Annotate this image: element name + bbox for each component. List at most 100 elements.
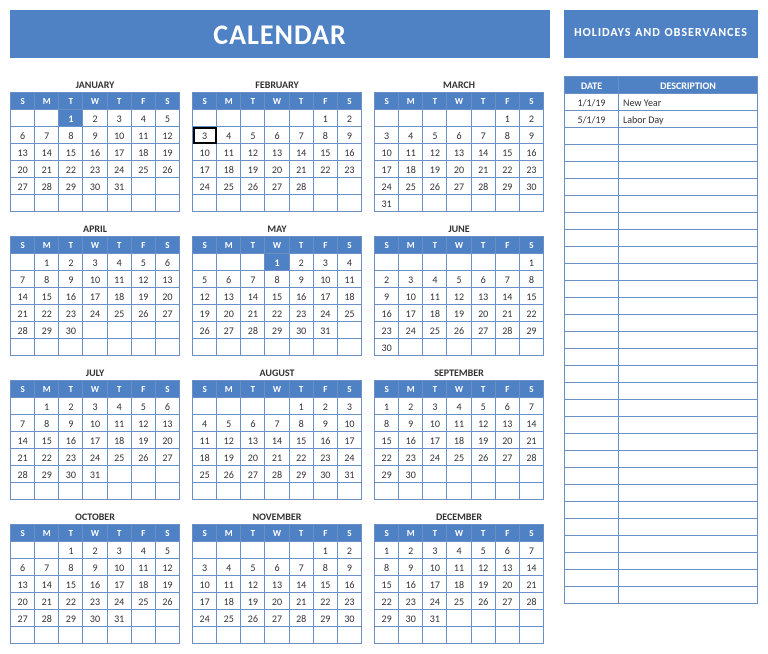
day-cell[interactable]: 15 bbox=[59, 144, 83, 161]
day-cell[interactable]: 27 bbox=[447, 178, 471, 195]
day-cell[interactable]: 7 bbox=[11, 415, 35, 432]
day-cell[interactable]: 21 bbox=[241, 305, 265, 322]
day-cell[interactable]: 1 bbox=[35, 254, 59, 271]
day-cell[interactable]: 11 bbox=[423, 288, 447, 305]
day-cell[interactable] bbox=[399, 627, 423, 644]
holiday-row[interactable] bbox=[565, 570, 758, 587]
day-cell[interactable]: 8 bbox=[59, 127, 83, 144]
day-cell[interactable] bbox=[399, 110, 423, 127]
day-cell[interactable] bbox=[289, 195, 313, 212]
day-cell[interactable]: 31 bbox=[107, 178, 131, 195]
day-cell[interactable]: 15 bbox=[519, 288, 543, 305]
day-cell[interactable]: 20 bbox=[155, 432, 179, 449]
day-cell[interactable] bbox=[471, 627, 495, 644]
holiday-row[interactable] bbox=[565, 128, 758, 145]
day-cell[interactable]: 13 bbox=[265, 144, 289, 161]
day-cell[interactable]: 16 bbox=[399, 432, 423, 449]
day-cell[interactable]: 13 bbox=[155, 415, 179, 432]
day-cell[interactable]: 26 bbox=[447, 322, 471, 339]
day-cell[interactable]: 14 bbox=[289, 144, 313, 161]
day-cell[interactable]: 2 bbox=[375, 271, 399, 288]
day-cell[interactable]: 17 bbox=[107, 576, 131, 593]
day-cell[interactable]: 21 bbox=[265, 449, 289, 466]
day-cell[interactable]: 24 bbox=[313, 305, 337, 322]
day-cell[interactable]: 15 bbox=[313, 576, 337, 593]
day-cell[interactable]: 20 bbox=[447, 161, 471, 178]
day-cell[interactable]: 12 bbox=[423, 144, 447, 161]
day-cell[interactable]: 27 bbox=[155, 449, 179, 466]
day-cell[interactable]: 1 bbox=[313, 542, 337, 559]
day-cell[interactable] bbox=[35, 110, 59, 127]
day-cell[interactable]: 10 bbox=[193, 576, 217, 593]
day-cell[interactable]: 25 bbox=[193, 466, 217, 483]
day-cell[interactable]: 20 bbox=[217, 305, 241, 322]
day-cell[interactable]: 23 bbox=[59, 449, 83, 466]
day-cell[interactable] bbox=[35, 483, 59, 500]
day-cell[interactable]: 10 bbox=[107, 559, 131, 576]
day-cell[interactable]: 22 bbox=[495, 161, 519, 178]
day-cell[interactable] bbox=[495, 466, 519, 483]
holiday-row[interactable] bbox=[565, 281, 758, 298]
day-cell[interactable] bbox=[11, 110, 35, 127]
holiday-row[interactable] bbox=[565, 417, 758, 434]
day-cell[interactable]: 29 bbox=[59, 610, 83, 627]
day-cell[interactable] bbox=[495, 339, 519, 356]
day-cell[interactable]: 21 bbox=[35, 161, 59, 178]
day-cell[interactable] bbox=[471, 483, 495, 500]
day-cell[interactable] bbox=[155, 322, 179, 339]
day-cell[interactable]: 5 bbox=[241, 559, 265, 576]
day-cell[interactable]: 8 bbox=[313, 559, 337, 576]
day-cell[interactable]: 18 bbox=[193, 449, 217, 466]
day-cell[interactable] bbox=[447, 110, 471, 127]
day-cell[interactable]: 21 bbox=[471, 161, 495, 178]
holiday-row[interactable] bbox=[565, 383, 758, 400]
day-cell[interactable]: 9 bbox=[375, 288, 399, 305]
day-cell[interactable]: 3 bbox=[375, 127, 399, 144]
day-cell[interactable]: 18 bbox=[423, 305, 447, 322]
day-cell[interactable]: 6 bbox=[265, 127, 289, 144]
day-cell[interactable] bbox=[11, 195, 35, 212]
day-cell[interactable] bbox=[241, 542, 265, 559]
day-cell[interactable]: 17 bbox=[83, 432, 107, 449]
holiday-row[interactable]: 5/1/19Labor Day bbox=[565, 111, 758, 128]
day-cell[interactable] bbox=[59, 339, 83, 356]
day-cell[interactable]: 11 bbox=[447, 559, 471, 576]
day-cell[interactable]: 5 bbox=[447, 271, 471, 288]
day-cell[interactable]: 18 bbox=[131, 144, 155, 161]
day-cell[interactable] bbox=[155, 627, 179, 644]
day-cell[interactable]: 17 bbox=[193, 593, 217, 610]
holiday-row[interactable] bbox=[565, 264, 758, 281]
day-cell[interactable]: 27 bbox=[241, 466, 265, 483]
day-cell[interactable] bbox=[35, 627, 59, 644]
holiday-row[interactable] bbox=[565, 349, 758, 366]
day-cell[interactable] bbox=[193, 110, 217, 127]
day-cell[interactable]: 2 bbox=[59, 254, 83, 271]
day-cell[interactable]: 23 bbox=[289, 305, 313, 322]
day-cell[interactable]: 22 bbox=[375, 593, 399, 610]
day-cell[interactable] bbox=[241, 398, 265, 415]
day-cell[interactable] bbox=[447, 483, 471, 500]
day-cell[interactable]: 30 bbox=[313, 466, 337, 483]
day-cell[interactable] bbox=[265, 195, 289, 212]
day-cell[interactable]: 16 bbox=[59, 432, 83, 449]
day-cell[interactable]: 23 bbox=[519, 161, 543, 178]
day-cell[interactable]: 10 bbox=[423, 559, 447, 576]
day-cell[interactable] bbox=[217, 627, 241, 644]
day-cell[interactable] bbox=[519, 610, 543, 627]
day-cell[interactable]: 21 bbox=[519, 432, 543, 449]
day-cell[interactable]: 24 bbox=[337, 449, 361, 466]
day-cell[interactable]: 1 bbox=[35, 398, 59, 415]
day-cell[interactable]: 8 bbox=[375, 415, 399, 432]
day-cell[interactable] bbox=[337, 178, 361, 195]
day-cell[interactable]: 29 bbox=[495, 178, 519, 195]
day-cell[interactable] bbox=[193, 339, 217, 356]
day-cell[interactable]: 24 bbox=[83, 305, 107, 322]
day-cell[interactable]: 28 bbox=[265, 466, 289, 483]
day-cell[interactable] bbox=[11, 339, 35, 356]
day-cell[interactable]: 26 bbox=[241, 610, 265, 627]
day-cell[interactable] bbox=[107, 322, 131, 339]
day-cell[interactable]: 1 bbox=[519, 254, 543, 271]
day-cell[interactable]: 10 bbox=[83, 271, 107, 288]
day-cell[interactable]: 15 bbox=[59, 576, 83, 593]
day-cell[interactable] bbox=[495, 483, 519, 500]
